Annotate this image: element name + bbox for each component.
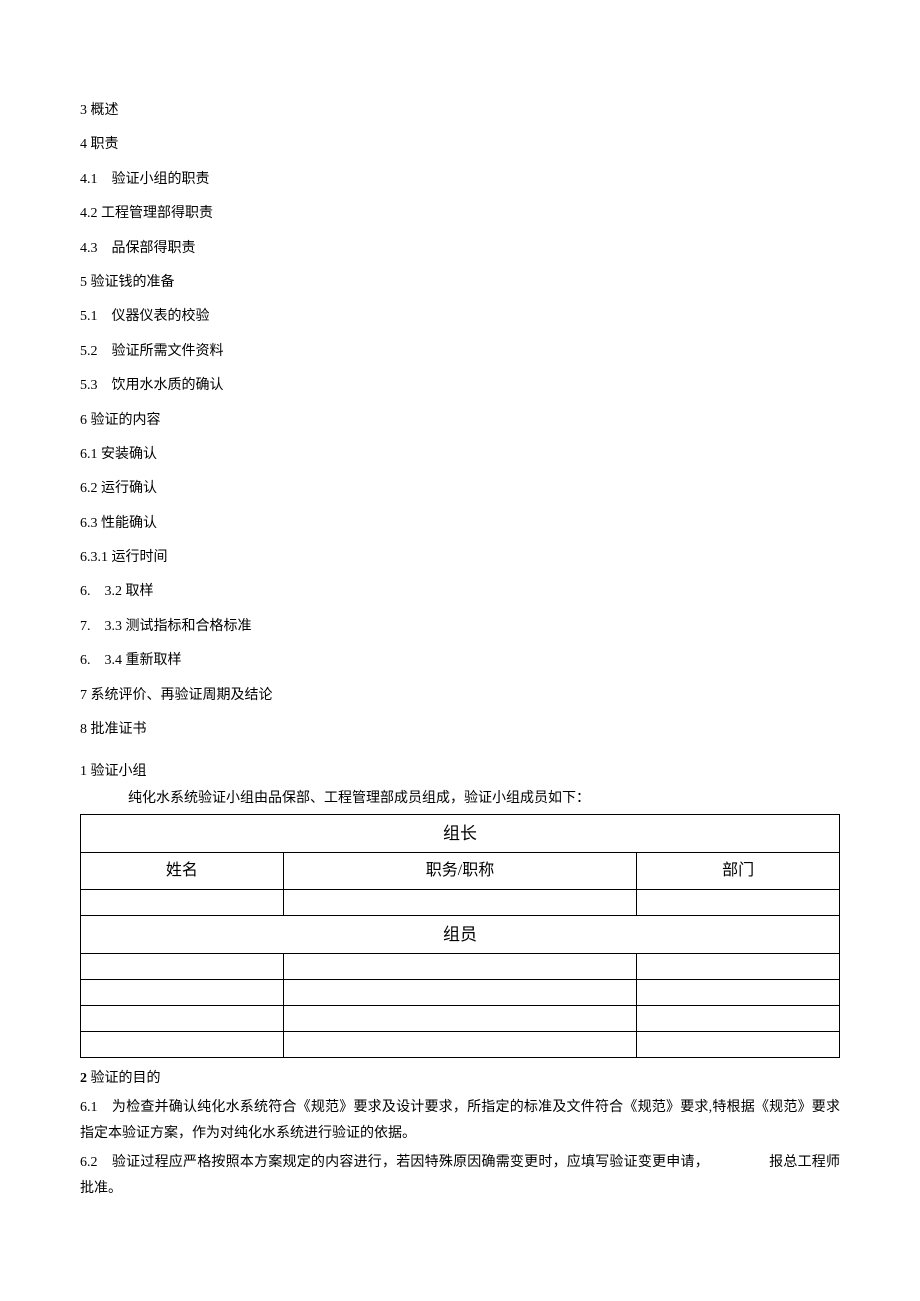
table-of-contents: 3 概述 4 职责 4.1 验证小组的职责 4.2 工程管理部得职责 4.3 品… [80,100,840,741]
toc-item: 6.1 安装确认 [80,444,840,466]
toc-item: 5.1 仪器仪表的校验 [80,306,840,328]
validation-team-table: 组长 姓名 职务/职称 部门 组员 [80,814,840,1058]
table-row [81,1006,840,1032]
toc-item: 6. 3.2 取样 [80,581,840,603]
toc-item: 6 验证的内容 [80,410,840,432]
toc-item: 4.3 品保部得职责 [80,238,840,260]
table-col-dept: 部门 [637,853,840,890]
section-2-number: 2 [80,1071,87,1086]
toc-item: 7 系统评价、再验证周期及结论 [80,685,840,707]
toc-item: 4 职责 [80,134,840,156]
table-row [81,980,840,1006]
section-2-para-2: 6.2 验证过程应严格按照本方案规定的内容进行，若因特殊原因确需变更时，应填写验… [80,1150,840,1203]
toc-item: 4.1 验证小组的职责 [80,169,840,191]
table-leader-header: 组长 [81,815,840,853]
toc-item: 4.2 工程管理部得职责 [80,203,840,225]
toc-item: 6.2 运行确认 [80,478,840,500]
toc-item: 5.3 饮用水水质的确认 [80,375,840,397]
toc-item: 7. 3.3 测试指标和合格标准 [80,616,840,638]
toc-item: 5 验证钱的准备 [80,272,840,294]
section-2-title: 2 验证的目的 [80,1068,840,1090]
toc-item: 6.3.1 运行时间 [80,547,840,569]
toc-item: 6. 3.4 重新取样 [80,650,840,672]
para-2-text-a: 6.2 验证过程应严格按照本方案规定的内容进行，若因特殊原因确需变更时，应填写验… [80,1155,709,1170]
section-1-intro: 纯化水系统验证小组由品保部、工程管理部成员组成，验证小组成员如下： [80,788,840,810]
section-2-heading: 验证的目的 [87,1071,161,1086]
toc-item: 3 概述 [80,100,840,122]
table-col-position: 职务/职称 [283,853,636,890]
table-row [81,889,840,915]
table-member-header: 组员 [81,915,840,953]
toc-item: 5.2 验证所需文件资料 [80,341,840,363]
table-row [81,954,840,980]
section-2-para-1: 6.1 为检查并确认纯化水系统符合《规范》要求及设计要求，所指定的标准及文件符合… [80,1095,840,1148]
toc-item: 8 批准证书 [80,719,840,741]
section-1-title: 1 验证小组 [80,761,840,783]
table-row [81,1032,840,1058]
toc-item: 6.3 性能确认 [80,513,840,535]
table-col-name: 姓名 [81,853,284,890]
